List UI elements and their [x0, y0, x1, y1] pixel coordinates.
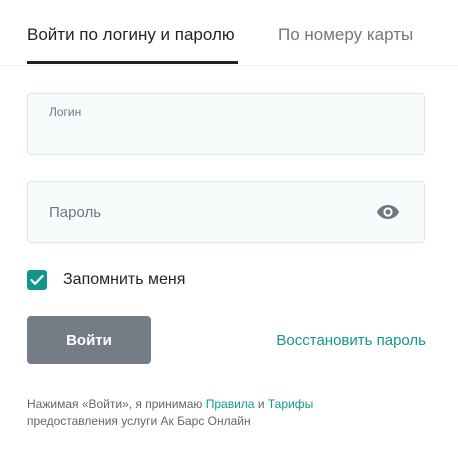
legal-conjunction: и [257, 397, 265, 411]
legal-prefix: Нажимая «Войти», я принимаю [27, 397, 203, 411]
checkmark-icon [30, 274, 44, 285]
remember-me-label: Запомнить меня [63, 271, 186, 288]
rules-link[interactable]: Правила [206, 397, 255, 411]
login-input[interactable] [48, 122, 364, 144]
legal-suffix: предоставления услуги Ак Барс Онлайн [27, 414, 251, 428]
tariffs-link[interactable]: Тарифы [268, 397, 313, 411]
legal-notice: Нажимая «Войти», я принимаю Правила и Та… [27, 396, 417, 430]
auth-tabs: Войти по логину и паролю По номеру карты [0, 0, 458, 66]
eye-icon[interactable] [376, 202, 400, 222]
password-field[interactable]: Пароль [27, 181, 425, 243]
password-input[interactable] [48, 210, 364, 232]
login-field[interactable]: Логин [27, 93, 425, 155]
remember-me[interactable]: Запомнить меня [27, 269, 185, 291]
remember-me-checkbox[interactable] [27, 270, 47, 290]
restore-password-link[interactable]: Восстановить пароль [276, 331, 426, 351]
login-field-label: Логин [49, 105, 82, 119]
login-button[interactable]: Войти [27, 316, 151, 364]
tab-login-password[interactable]: Войти по логину и паролю [27, 23, 235, 47]
tab-card-number[interactable]: По номеру карты [278, 23, 413, 47]
active-tab-indicator [27, 61, 238, 64]
